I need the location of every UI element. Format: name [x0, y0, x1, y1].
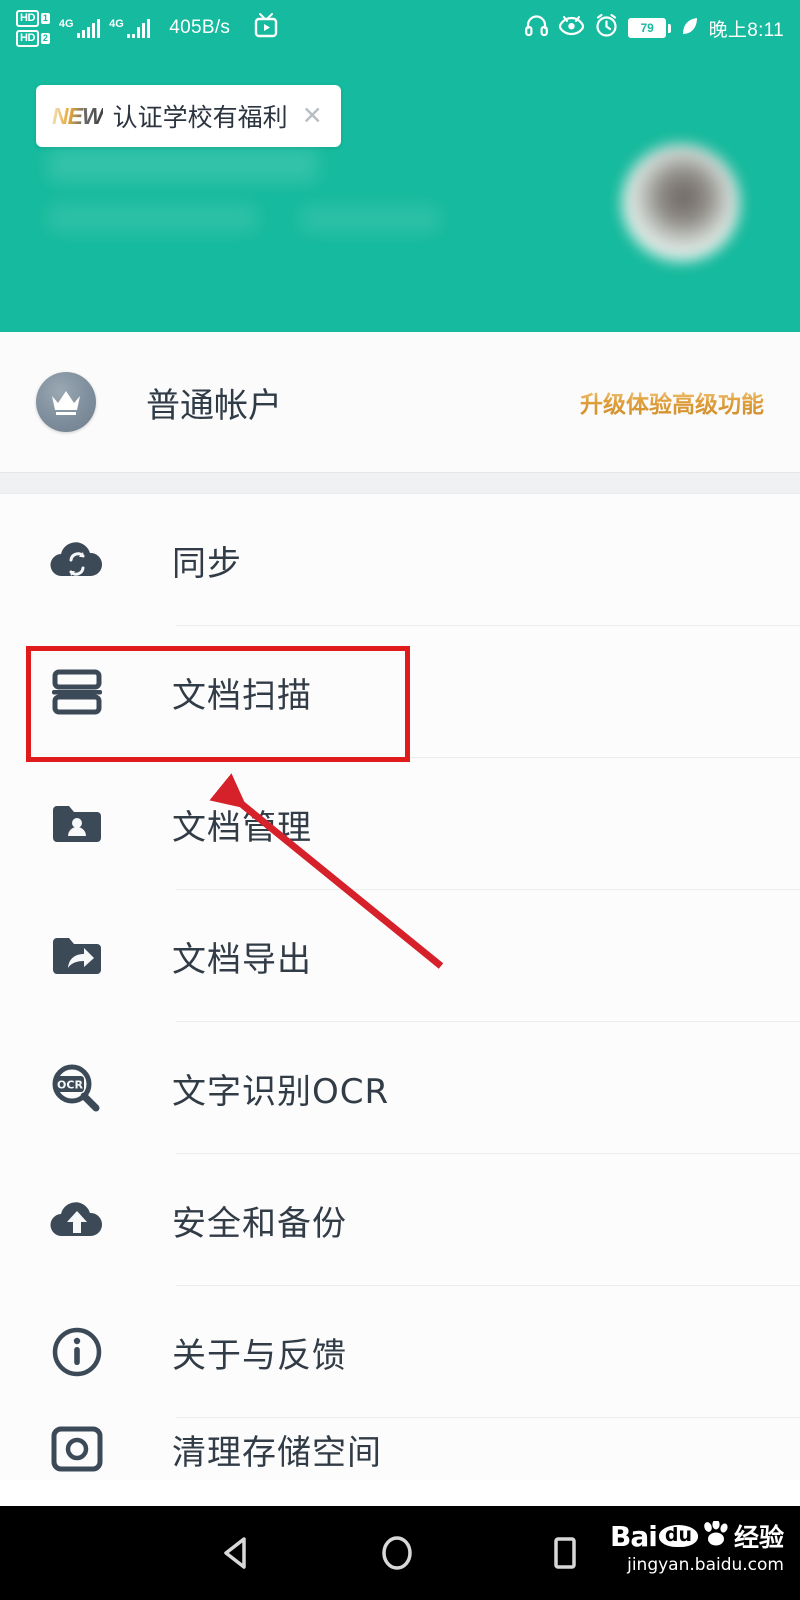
paw-icon	[700, 1519, 730, 1552]
watermark-du-label: du	[658, 1525, 698, 1547]
power-saving-leaf-icon	[680, 15, 700, 42]
battery-cap	[667, 23, 671, 33]
promo-banner-text: 认证学校有福利	[112, 103, 288, 132]
menu-item-document-management[interactable]: 文档管理	[0, 758, 800, 890]
menu-item-label: 文档管理	[172, 807, 312, 848]
status-bar-left: HD 1 HD 2 4G 4G 405B/s	[16, 9, 279, 47]
status-bar-right: 79 晚上8:11	[524, 13, 784, 43]
cloud-upload-icon	[44, 1187, 110, 1253]
alarm-clock-icon	[594, 13, 619, 43]
menu-item-label: 文档导出	[172, 939, 312, 980]
settings-menu: 同步 文档扫描 文档管理 文档导出 OCR 文字识别OCR 安全和备份 关于与反…	[0, 494, 800, 1480]
android-navigation-bar: Bai du 经验 jingyan.baidu.com	[0, 1506, 800, 1600]
watermark-logo: Bai du 经验	[610, 1518, 784, 1554]
menu-item-about-feedback[interactable]: 关于与反馈	[0, 1286, 800, 1418]
storage-clean-icon	[44, 1418, 110, 1480]
tv-icon	[253, 12, 279, 45]
eye-care-icon	[558, 13, 585, 43]
network-speed-label: 405B/s	[169, 17, 231, 38]
hd-volte-indicators: HD 1 HD 2	[16, 9, 50, 47]
watermark: Bai du 经验 jingyan.baidu.com	[610, 1518, 784, 1575]
menu-item-label: 同步	[172, 543, 242, 584]
signal-indicator-sim1: 4G	[58, 18, 101, 38]
account-row[interactable]: 普通帐户 升级体验高级功能	[0, 332, 800, 472]
folder-user-icon	[44, 791, 110, 857]
battery-body: 79	[628, 18, 667, 38]
section-separator	[0, 472, 800, 494]
promo-banner[interactable]: NEW 认证学校有福利 ✕	[36, 85, 341, 147]
svg-text:OCR: OCR	[57, 1079, 83, 1092]
menu-item-label: 关于与反馈	[172, 1335, 347, 1376]
hd-label-2: HD	[16, 29, 39, 47]
profile-header: NEW 认证学校有福利 ✕	[0, 56, 800, 332]
redacted-subinfo-1	[48, 204, 258, 232]
close-icon[interactable]: ✕	[302, 103, 323, 129]
menu-item-clear-storage[interactable]: 清理存储空间	[0, 1418, 800, 1480]
redacted-subinfo-2	[300, 206, 440, 232]
menu-item-label: 安全和备份	[172, 1203, 347, 1244]
info-circle-icon	[44, 1319, 110, 1385]
home-circle-icon[interactable]	[375, 1531, 419, 1575]
recents-square-icon[interactable]	[543, 1531, 587, 1575]
menu-item-document-export[interactable]: 文档导出	[0, 890, 800, 1022]
hd-sim2-indicator: HD 2	[16, 29, 50, 47]
hd-label-1: HD	[16, 9, 39, 27]
document-scan-icon	[44, 659, 110, 725]
watermark-cn-label: 经验	[733, 1523, 784, 1552]
menu-item-label: 清理存储空间	[172, 1432, 382, 1473]
signal-bars-icon-1	[76, 18, 101, 38]
clock-label: 晚上8:11	[708, 19, 784, 41]
back-triangle-icon[interactable]	[215, 1531, 259, 1575]
folder-share-icon	[44, 923, 110, 989]
sim-index-2: 2	[40, 32, 50, 44]
battery-percent-label: 79	[630, 20, 665, 36]
menu-item-ocr[interactable]: OCR 文字识别OCR	[0, 1022, 800, 1154]
menu-item-label: 文字识别OCR	[172, 1071, 390, 1112]
phone-screen: HD 1 HD 2 4G 4G 405B/s 79 晚上8:11 NEW 认证学…	[0, 0, 800, 1600]
cloud-sync-icon	[44, 527, 110, 593]
headphone-icon	[524, 13, 549, 43]
hd-sim1-indicator: HD 1	[16, 9, 50, 27]
watermark-bai-label: Bai	[610, 1519, 658, 1553]
menu-item-sync[interactable]: 同步	[0, 494, 800, 626]
avatar[interactable]	[622, 144, 740, 262]
watermark-url-label: jingyan.baidu.com	[627, 1555, 784, 1575]
sim-index-1: 1	[40, 12, 50, 24]
ocr-search-icon: OCR	[44, 1055, 110, 1121]
account-type-label: 普通帐户	[146, 385, 282, 426]
crown-icon	[36, 372, 96, 432]
menu-item-security-backup[interactable]: 安全和备份	[0, 1154, 800, 1286]
new-badge: NEW	[52, 102, 104, 129]
redacted-username	[48, 148, 318, 182]
upgrade-link[interactable]: 升级体验高级功能	[580, 385, 764, 419]
menu-item-document-scan[interactable]: 文档扫描	[0, 626, 800, 758]
status-bar: HD 1 HD 2 4G 4G 405B/s 79 晚上8:11	[0, 0, 800, 56]
battery-indicator: 79	[628, 18, 671, 38]
network-type-label-2: 4G	[109, 18, 124, 30]
network-type-label-1: 4G	[58, 18, 74, 30]
signal-bars-icon-2	[126, 18, 151, 38]
signal-indicator-sim2: 4G	[109, 18, 151, 38]
menu-item-label: 文档扫描	[172, 675, 312, 716]
